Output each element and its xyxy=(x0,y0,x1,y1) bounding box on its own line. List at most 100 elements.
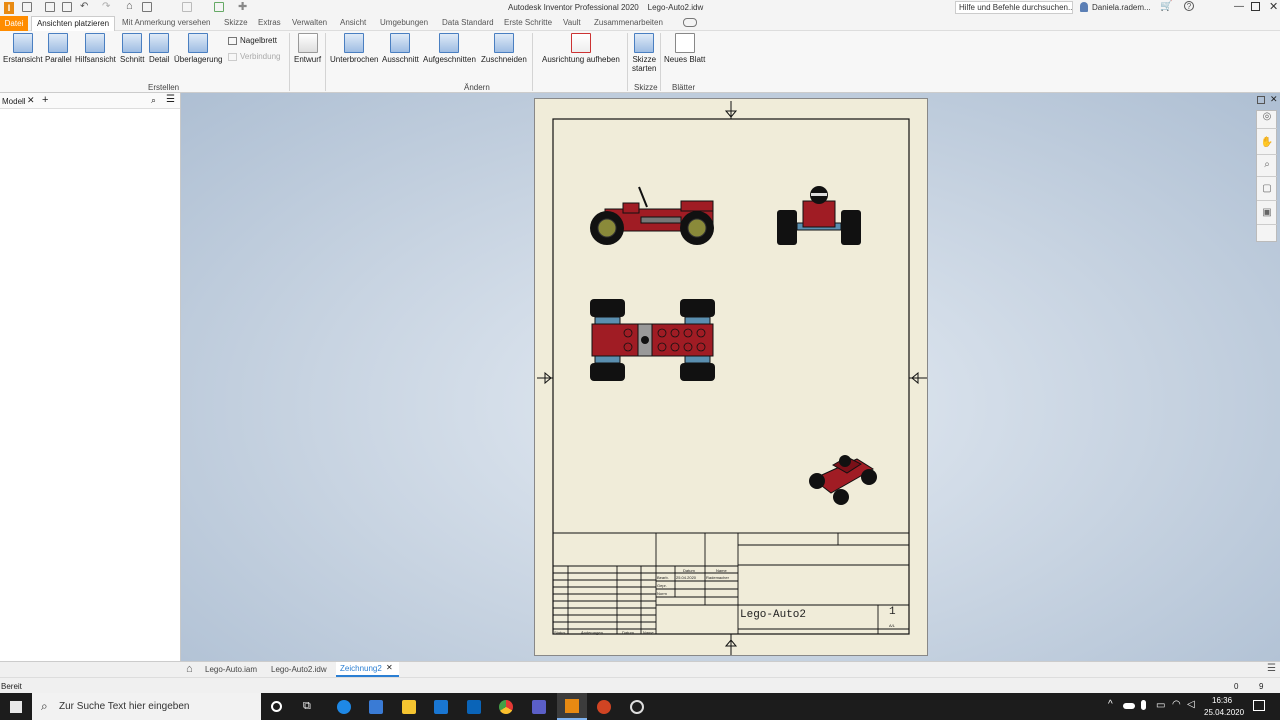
pan-icon[interactable]: ✋ xyxy=(1257,137,1277,155)
entwurf-button[interactable]: Entwurf xyxy=(294,33,321,64)
wifi-icon[interactable]: ◠ xyxy=(1172,699,1181,710)
ausrichtung-aufheben-button[interactable]: Ausrichtung aufheben xyxy=(542,33,620,64)
tab-datei[interactable]: Datei xyxy=(0,16,28,31)
taskbar-search-box[interactable]: ⌕ Zur Suche Text hier eingeben xyxy=(32,693,261,720)
search-icon[interactable]: ⌕ xyxy=(151,95,156,106)
steeringwheel-icon[interactable]: ◎ xyxy=(1257,111,1277,129)
new-file-icon[interactable] xyxy=(22,2,32,12)
ausschnitt-button[interactable]: Ausschnitt xyxy=(382,33,419,64)
clock-date[interactable]: 25.04.2020 xyxy=(1204,708,1244,717)
cart-icon[interactable]: 🛒 xyxy=(1160,1,1172,12)
tab-verwalten[interactable]: Verwalten xyxy=(292,18,327,27)
home-icon[interactable]: ⌂ xyxy=(126,0,133,12)
tab-anmerkung[interactable]: Mit Anmerkung versehen xyxy=(122,18,211,27)
redo-icon[interactable]: ↷ xyxy=(102,1,110,12)
tab-umgebungen[interactable]: Umgebungen xyxy=(380,18,428,27)
close-button[interactable]: ✕ xyxy=(1269,0,1278,13)
mic-icon[interactable] xyxy=(1141,700,1146,710)
update-icon[interactable] xyxy=(214,2,224,12)
skizze-starten-button[interactable]: Skizze starten xyxy=(632,33,656,73)
print-icon[interactable] xyxy=(142,2,152,12)
select-icon[interactable] xyxy=(182,2,192,12)
home-tab-icon[interactable]: ⌂ xyxy=(186,663,193,675)
open-file-icon[interactable] xyxy=(45,2,55,12)
restore-button[interactable] xyxy=(1251,2,1260,11)
unterbrochen-button[interactable]: Unterbrochen xyxy=(330,33,378,64)
neues-blatt-button[interactable]: Neues Blatt xyxy=(664,33,705,64)
status-count-2: 9 xyxy=(1259,682,1264,691)
separator xyxy=(289,33,290,91)
help-search-input[interactable]: Hilfe und Befehle durchsuchen... xyxy=(955,1,1073,14)
car-iso-view[interactable] xyxy=(809,455,877,505)
doc-tab-zeichnung2[interactable]: Zeichnung2 ✕ xyxy=(336,662,399,677)
tab-skizze[interactable]: Skizze xyxy=(224,18,248,27)
network-icon[interactable]: ▭ xyxy=(1156,700,1165,711)
windows-start-icon[interactable] xyxy=(10,701,22,713)
cortana-icon[interactable] xyxy=(271,701,282,712)
nagelbrett-button[interactable]: Nagelbrett xyxy=(228,36,277,45)
tab-ansicht[interactable]: Ansicht xyxy=(340,18,366,27)
task-view-icon[interactable]: ⧉ xyxy=(303,700,311,713)
tab-zusammenarbeiten[interactable]: Zusammenarbeiten xyxy=(594,18,663,27)
add-icon[interactable]: ✚ xyxy=(238,0,247,13)
nailboard-icon xyxy=(228,36,237,45)
user-icon[interactable] xyxy=(1080,2,1088,12)
tab-extras[interactable]: Extras xyxy=(258,18,281,27)
teams-icon[interactable] xyxy=(532,700,546,714)
tab-erste-schritte[interactable]: Erste Schritte xyxy=(504,18,552,27)
drawing-sheet[interactable]: Datum Name Bearb. 25.04.2020 Rademacher … xyxy=(534,98,928,656)
car-top-view[interactable] xyxy=(590,299,715,381)
volume-icon[interactable]: ◁ xyxy=(1187,699,1195,710)
graphics-window[interactable]: Datum Name Bearb. 25.04.2020 Rademacher … xyxy=(181,93,1280,661)
store-icon[interactable] xyxy=(369,700,383,714)
aufgeschnitten-button[interactable]: Aufgeschnitten xyxy=(423,33,476,64)
doc-tab-lego-auto2-idw[interactable]: Lego-Auto2.idw xyxy=(271,665,327,674)
app-icon[interactable] xyxy=(630,700,644,714)
inventor-logo-icon[interactable]: I xyxy=(4,2,14,14)
hilfsansicht-button[interactable]: Hilfsansicht xyxy=(75,33,116,64)
save-icon[interactable] xyxy=(62,2,72,12)
browser-tab-modell[interactable]: Modell xyxy=(2,97,26,106)
powerpoint-icon[interactable] xyxy=(597,700,611,714)
undo-icon[interactable]: ↶ xyxy=(80,1,88,12)
ribbon-options-icon[interactable] xyxy=(683,18,697,27)
outlook-icon[interactable] xyxy=(467,700,481,714)
tab-vault[interactable]: Vault xyxy=(563,18,581,27)
zuschneiden-button[interactable]: Zuschneiden xyxy=(481,33,527,64)
edge-icon[interactable] xyxy=(337,700,351,714)
sheet-number: 1 xyxy=(889,606,896,618)
zoom-icon[interactable]: ⌕ xyxy=(1257,159,1277,177)
tab-data-standard[interactable]: Data Standard xyxy=(442,18,494,27)
chrome-icon[interactable] xyxy=(499,700,513,714)
close-view-icon[interactable]: ✕ xyxy=(1270,94,1278,105)
mail-icon[interactable] xyxy=(434,700,448,714)
inventor-taskbar-button[interactable] xyxy=(557,693,587,720)
clock-time[interactable]: 16:36 xyxy=(1212,696,1232,705)
navigation-bar: ◎ ✋ ⌕ ▢ ▣ xyxy=(1256,110,1277,242)
detail-button[interactable]: Detail xyxy=(149,33,169,64)
tab-list-icon[interactable]: ☰ xyxy=(1267,663,1276,674)
notification-icon[interactable] xyxy=(1253,700,1265,711)
user-name[interactable]: Daniela.radem... xyxy=(1092,3,1151,12)
parallel-button[interactable]: Parallel xyxy=(45,33,72,64)
add-tab-icon[interactable]: + xyxy=(42,94,48,106)
zoom-all-icon[interactable]: ▣ xyxy=(1257,207,1277,225)
tab-ansichten-platzieren[interactable]: Ansichten platzieren xyxy=(31,16,115,31)
menu-icon[interactable]: ☰ xyxy=(166,94,175,105)
restore-view-icon[interactable] xyxy=(1257,96,1265,104)
help-icon[interactable]: ? xyxy=(1184,1,1194,11)
car-side-view[interactable] xyxy=(590,186,714,245)
explorer-icon[interactable] xyxy=(402,700,416,714)
onedrive-icon[interactable] xyxy=(1123,703,1135,709)
minimize-button[interactable]: — xyxy=(1234,1,1244,12)
schnitt-button[interactable]: Schnitt xyxy=(120,33,144,64)
doc-tab-lego-auto-iam[interactable]: Lego-Auto.iam xyxy=(205,665,257,674)
close-tab-icon[interactable]: ✕ xyxy=(386,663,393,672)
doc-tab-label: Zeichnung2 xyxy=(340,664,382,673)
tray-chevron-icon[interactable]: ^ xyxy=(1108,699,1113,710)
zoom-window-icon[interactable]: ▢ xyxy=(1257,183,1277,201)
ueberlagerung-button[interactable]: Überlagerung xyxy=(174,33,222,64)
close-icon[interactable]: ✕ xyxy=(27,95,35,106)
car-front-view[interactable] xyxy=(777,186,861,245)
erstansicht-button[interactable]: Erstansicht xyxy=(3,33,43,64)
